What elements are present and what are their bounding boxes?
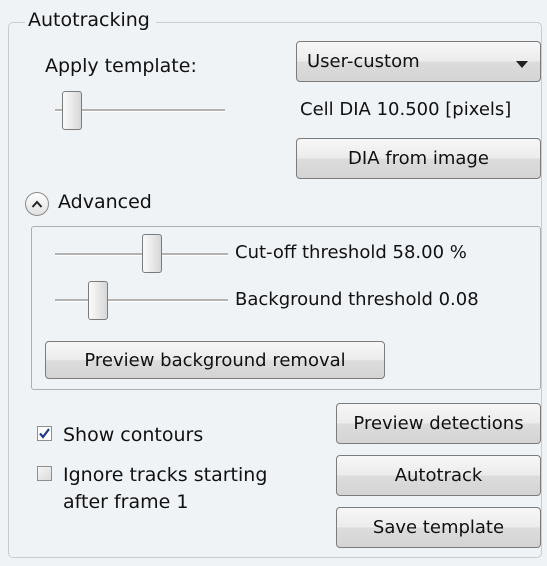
template-selected-value: User-custom — [307, 51, 420, 72]
cell-dia-readout: Cell DIA 10.500 [pixels] — [300, 99, 512, 120]
ignore-tracks-checkbox[interactable] — [37, 466, 52, 481]
show-contours-checkbox[interactable] — [37, 426, 52, 441]
groupbox-title: Autotracking — [25, 7, 156, 33]
autotrack-button[interactable]: Autotrack — [336, 455, 541, 496]
background-slider-track[interactable] — [55, 299, 228, 302]
chevron-down-icon — [516, 61, 528, 68]
dia-from-image-button[interactable]: DIA from image — [296, 138, 541, 179]
ignore-tracks-label-line1: Ignore tracks starting — [63, 464, 268, 486]
cutoff-threshold-label: Cut-off threshold 58.00 % — [235, 242, 467, 263]
cell-dia-slider-thumb[interactable] — [62, 91, 82, 130]
apply-template-label: Apply template: — [45, 55, 197, 77]
preview-background-removal-button[interactable]: Preview background removal — [45, 341, 385, 379]
advanced-label: Advanced — [58, 191, 152, 213]
checkmark-icon — [39, 428, 50, 439]
save-template-button[interactable]: Save template — [336, 507, 541, 548]
background-threshold-label: Background threshold 0.08 — [235, 289, 479, 310]
show-contours-label: Show contours — [63, 424, 204, 446]
template-combobox[interactable]: User-custom — [296, 41, 541, 82]
chevron-up-icon — [31, 200, 43, 208]
background-slider-thumb[interactable] — [88, 281, 108, 320]
ignore-tracks-label-line2: after frame 1 — [63, 491, 189, 513]
advanced-expander-button[interactable] — [25, 192, 49, 216]
preview-detections-button[interactable]: Preview detections — [336, 403, 541, 444]
cutoff-slider-thumb[interactable] — [142, 234, 162, 273]
